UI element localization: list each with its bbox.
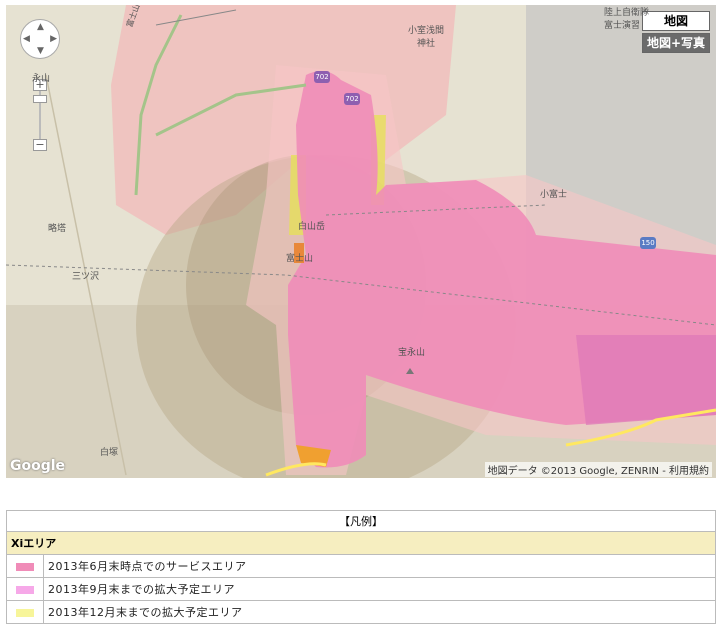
google-logo: Google bbox=[10, 458, 66, 474]
legend-row: 2013年9月末までの拡大予定エリア bbox=[6, 577, 716, 601]
legend-row: 2013年6月末時点でのサービスエリア bbox=[6, 554, 716, 578]
map-canvas bbox=[6, 5, 716, 478]
map-type-photo-button[interactable]: 地図+写真 bbox=[642, 33, 710, 53]
legend-label-december: 2013年12月末までの拡大予定エリア bbox=[43, 600, 716, 624]
legend-swatch-december bbox=[16, 608, 34, 617]
peak-icon bbox=[406, 359, 414, 378]
pan-left-icon[interactable]: ◀ bbox=[23, 34, 30, 44]
legend-table: 【凡例】 Xiエリア 2013年6月末時点でのサービスエリア 2013年9月末ま… bbox=[6, 510, 716, 624]
pan-control[interactable]: ▲ ◀ ▶ ▼ bbox=[20, 19, 60, 59]
place-shiratsuka: 白塚 bbox=[100, 448, 119, 458]
pan-right-icon[interactable]: ▶ bbox=[50, 34, 57, 44]
map-view[interactable]: ▲ ◀ ▶ ▼ + − 地図 地図+写真 小室浅間 神社 陸上自衛隊 富士演習 … bbox=[6, 5, 716, 478]
place-eizan: 永山 bbox=[32, 74, 51, 84]
place-hoeizan: 宝永山 bbox=[398, 348, 426, 358]
route-702-shield-2: 702 bbox=[344, 93, 360, 105]
pan-down-icon[interactable]: ▼ bbox=[37, 46, 44, 56]
place-komuro: 小室浅間 神社 bbox=[408, 26, 445, 49]
place-ryakuto: 略塔 bbox=[48, 224, 67, 234]
place-rikujo: 陸上自衛隊 富士演習 bbox=[604, 8, 650, 31]
place-mitsusawa: 三ツ沢 bbox=[72, 272, 100, 282]
place-fujisan: 富士山 bbox=[286, 254, 314, 264]
legend-title: 【凡例】 bbox=[6, 510, 716, 532]
zoom-slider-track[interactable] bbox=[39, 83, 41, 145]
legend-swatch-june bbox=[16, 562, 34, 571]
route-702-shield: 702 bbox=[314, 71, 330, 83]
map-attribution[interactable]: 地図データ ©2013 Google, ZENRIN - 利用規約 bbox=[484, 462, 712, 477]
map-type-map-button[interactable]: 地図 bbox=[642, 11, 710, 31]
legend-group-xi: Xiエリア bbox=[6, 531, 716, 555]
legend-label-june: 2013年6月末時点でのサービスエリア bbox=[43, 554, 716, 578]
legend-label-september: 2013年9月末までの拡大予定エリア bbox=[43, 577, 716, 601]
legend-row: 2013年12月末までの拡大予定エリア bbox=[6, 600, 716, 624]
route-150-shield: 150 bbox=[640, 237, 656, 249]
place-hakusan: 白山岳 bbox=[298, 222, 326, 232]
legend-swatch-september bbox=[16, 585, 34, 594]
zoom-slider-thumb[interactable] bbox=[33, 95, 47, 103]
place-kofuji: 小富士 bbox=[540, 190, 568, 200]
pan-up-icon[interactable]: ▲ bbox=[37, 22, 44, 32]
zoom-out-button[interactable]: − bbox=[33, 139, 47, 151]
